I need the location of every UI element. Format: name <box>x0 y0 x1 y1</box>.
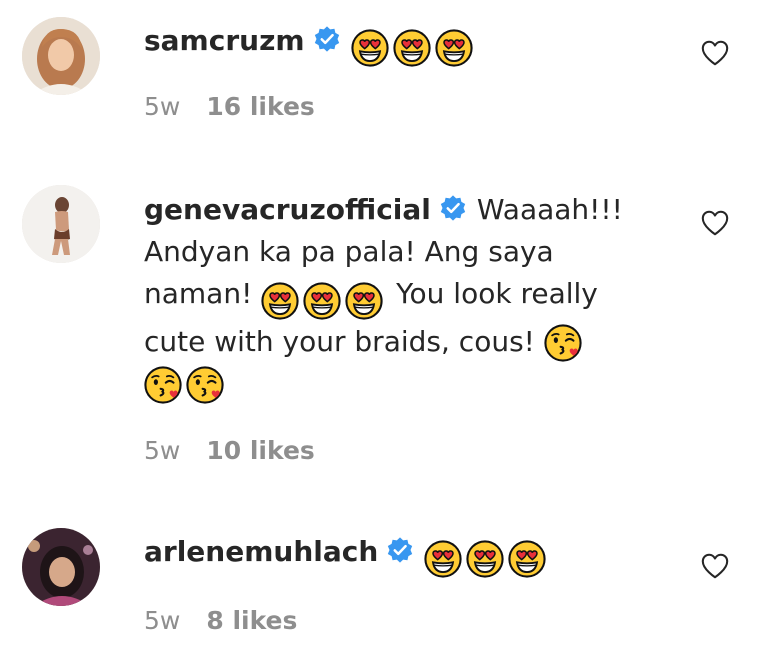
avatar[interactable] <box>22 185 100 263</box>
username-link[interactable]: samcruzm <box>144 24 305 57</box>
comment-time: 5w <box>144 92 181 121</box>
emoji-group <box>261 279 387 321</box>
comment-text: naman! <box>144 277 253 310</box>
comment-line: genevacruzofficial Waaaah!!! <box>144 189 664 231</box>
username-link[interactable]: arlenemuhlach <box>144 535 378 568</box>
comment-body: genevacruzofficial Waaaah!!! Andyan ka pa… <box>144 189 664 405</box>
heart-eyes-emoji <box>393 29 431 67</box>
comment-time: 5w <box>144 436 181 465</box>
username-link[interactable]: genevacruzofficial <box>144 193 431 226</box>
emoji-group <box>351 26 477 68</box>
heart-eyes-emoji <box>424 540 462 578</box>
verified-badge-icon <box>313 25 341 53</box>
like-heart-icon[interactable] <box>700 38 730 68</box>
comment-body: arlenemuhlach <box>144 531 664 579</box>
likes-count[interactable]: 8 likes <box>206 606 297 635</box>
likes-count[interactable]: 10 likes <box>206 436 314 465</box>
comment-time: 5w <box>144 606 181 635</box>
comment-meta: 5w 8 likes <box>144 606 297 635</box>
like-heart-icon[interactable] <box>700 551 730 581</box>
comment-meta: 5w 16 likes <box>144 92 315 121</box>
heart-eyes-emoji <box>261 282 299 320</box>
comment-text: You look really <box>396 277 598 310</box>
comment-text: Waaaah!!! <box>476 193 623 226</box>
comment-line: naman! You look really <box>144 273 664 321</box>
comment-body: samcruzm <box>144 20 664 68</box>
kissing-heart-emoji <box>186 366 224 404</box>
comment-text: Andyan ka pa pala! Ang saya <box>144 235 554 268</box>
verified-badge-icon <box>439 194 467 222</box>
heart-eyes-emoji <box>435 29 473 67</box>
heart-eyes-emoji <box>466 540 504 578</box>
comment-line <box>144 363 664 405</box>
avatar[interactable] <box>22 528 100 606</box>
like-heart-icon[interactable] <box>700 208 730 238</box>
kissing-heart-emoji <box>544 324 582 362</box>
heart-eyes-emoji <box>303 282 341 320</box>
heart-eyes-emoji <box>345 282 383 320</box>
heart-eyes-emoji <box>508 540 546 578</box>
emoji-group <box>424 537 550 579</box>
comment-meta: 5w 10 likes <box>144 436 315 465</box>
verified-badge-icon <box>386 536 414 564</box>
avatar[interactable] <box>22 17 100 95</box>
comment-line: cute with your braids, cous! <box>144 321 664 363</box>
likes-count[interactable]: 16 likes <box>206 92 314 121</box>
comment-text: cute with your braids, cous! <box>144 325 535 358</box>
kissing-heart-emoji <box>144 366 182 404</box>
heart-eyes-emoji <box>351 29 389 67</box>
